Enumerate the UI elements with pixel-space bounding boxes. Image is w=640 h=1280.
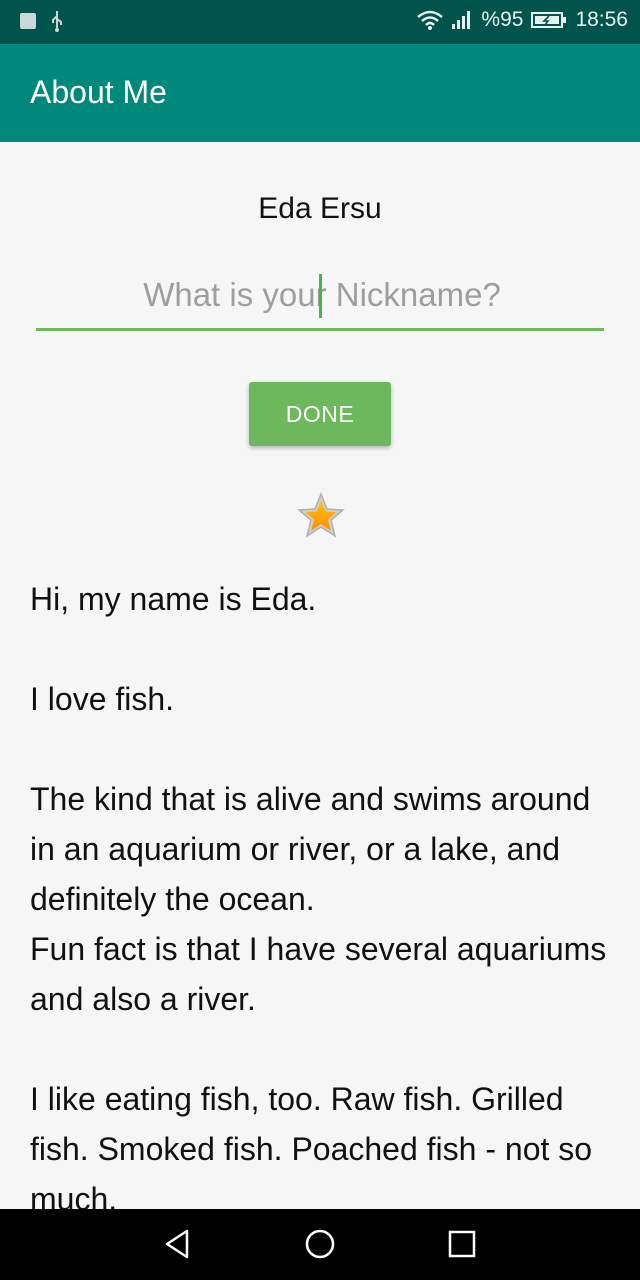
status-right: %95 18:56 <box>417 8 628 32</box>
battery-icon <box>531 12 567 28</box>
usb-icon <box>52 11 62 32</box>
back-icon[interactable] <box>161 1227 195 1261</box>
status-bar: %95 18:56 <box>0 0 640 44</box>
star-icon <box>297 492 345 538</box>
app-bar: About Me <box>0 44 640 142</box>
wifi-icon <box>417 10 444 30</box>
signal-icon <box>452 11 471 29</box>
content-scroll-view[interactable]: Eda Ersu DONE Hi, my name is Eda. I love… <box>0 142 640 1209</box>
navigation-bar <box>0 1209 640 1280</box>
nickname-input[interactable] <box>36 264 608 326</box>
status-left <box>20 10 64 32</box>
done-button[interactable]: DONE <box>249 382 391 446</box>
nickname-field[interactable] <box>36 264 608 331</box>
recents-icon[interactable] <box>445 1227 479 1261</box>
text-cursor <box>319 274 322 318</box>
app-title: About Me <box>30 74 167 110</box>
notification-square-icon <box>20 13 36 29</box>
bio-text: Hi, my name is Eda. I love fish. The kin… <box>30 581 607 1209</box>
battery-percent: %95 <box>481 8 524 31</box>
clock: 18:56 <box>575 8 628 31</box>
name-text: Eda Ersu <box>258 192 382 225</box>
home-icon[interactable] <box>303 1227 337 1261</box>
